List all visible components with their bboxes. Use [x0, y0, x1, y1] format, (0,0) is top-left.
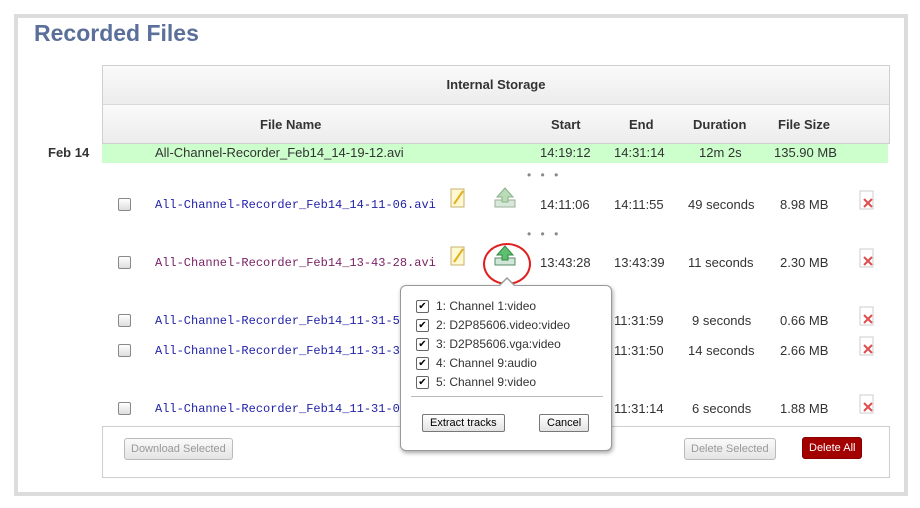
row-duration: 11 seconds — [688, 255, 754, 270]
track-label: 1: Channel 1:video — [436, 299, 537, 313]
row-end: 11:31:50 — [614, 343, 664, 358]
row-size: 2.30 MB — [780, 255, 829, 270]
current-recording-duration: 12m 2s — [699, 145, 742, 160]
track-checkbox[interactable]: ✔ — [416, 300, 429, 313]
row-end: 14:11:55 — [614, 197, 664, 212]
date-group-label: Feb 14 — [48, 145, 90, 160]
delete-selected-button[interactable]: Delete Selected — [684, 438, 776, 460]
row-checkbox[interactable] — [118, 344, 131, 357]
track-checkbox[interactable]: ✔ — [416, 376, 429, 389]
track-checkbox[interactable]: ✔ — [416, 338, 429, 351]
extract-tracks-popup: ✔ 1: Channel 1:video ✔ 2: D2P85606.video… — [400, 277, 612, 451]
file-name-link[interactable]: All-Channel-Recorder_Feb14_14-11-06.avi — [155, 198, 436, 212]
column-end: End — [629, 117, 654, 132]
row-end: 11:31:14 — [614, 401, 664, 416]
note-icon[interactable] — [449, 187, 467, 209]
download-selected-button[interactable]: Download Selected — [124, 438, 233, 460]
track-checkbox[interactable]: ✔ — [416, 319, 429, 332]
upload-icon[interactable] — [493, 185, 517, 209]
row-start: 13:43:28 — [540, 255, 591, 270]
track-label: 3: D2P85606.vga:video — [436, 337, 561, 351]
current-recording-end: 14:31:14 — [614, 145, 665, 160]
file-name-link[interactable]: All-Channel-Recorder_Feb14_13-43-28.avi — [155, 256, 436, 270]
column-file-size: File Size — [778, 117, 831, 132]
table-row: All-Channel-Recorder_Feb14_14-11-06.avi … — [102, 187, 888, 216]
file-name-link[interactable]: All-Channel-Recorder_Feb14_11-31-50 — [155, 314, 407, 328]
row-checkbox[interactable] — [118, 314, 131, 327]
column-duration: Duration — [693, 117, 747, 132]
delete-icon[interactable] — [858, 247, 876, 269]
track-label: 5: Channel 9:video — [436, 375, 537, 389]
delete-icon[interactable] — [858, 335, 876, 357]
row-checkbox[interactable] — [118, 402, 131, 415]
file-name-link[interactable]: All-Channel-Recorder_Feb14_11-31-08 — [155, 402, 407, 416]
delete-all-button[interactable]: Delete All — [802, 437, 863, 459]
row-duration: 6 seconds — [692, 401, 752, 416]
table-header: File Name Start End Duration File Size — [102, 104, 890, 144]
row-size: 8.98 MB — [780, 197, 829, 212]
row-checkbox[interactable] — [118, 256, 131, 269]
row-end: 13:43:39 — [614, 255, 665, 270]
delete-icon[interactable] — [858, 189, 876, 211]
row-separator: • • • — [527, 227, 562, 241]
row-duration: 9 seconds — [692, 313, 752, 328]
row-end: 11:31:59 — [614, 313, 664, 328]
current-recording-start: 14:19:12 — [540, 145, 591, 160]
storage-header: Internal Storage — [102, 65, 890, 104]
column-start: Start — [551, 117, 581, 132]
delete-icon[interactable] — [858, 305, 876, 327]
current-recording-name: All-Channel-Recorder_Feb14_14-19-12.avi — [155, 145, 404, 160]
column-file-name: File Name — [260, 117, 322, 132]
row-size: 1.88 MB — [780, 401, 829, 416]
cancel-button[interactable]: Cancel — [539, 414, 590, 432]
page-title: Recorded Files — [34, 20, 199, 46]
current-recording-size: 135.90 MB — [774, 145, 837, 160]
note-icon[interactable] — [449, 245, 467, 267]
extract-tracks-button[interactable]: Extract tracks — [422, 414, 505, 432]
row-start: 14:11:06 — [540, 197, 590, 212]
row-separator: • • • — [527, 168, 562, 182]
popup-pointer-fill — [499, 279, 515, 287]
track-label: 4: Channel 9:audio — [436, 356, 537, 370]
row-duration: 14 seconds — [688, 343, 755, 358]
popup-divider — [411, 396, 603, 397]
file-name-link[interactable]: All-Channel-Recorder_Feb14_11-31-36 — [155, 344, 407, 358]
row-size: 0.66 MB — [780, 313, 829, 328]
current-recording-row: All-Channel-Recorder_Feb14_14-19-12.avi … — [102, 144, 888, 163]
track-label: 2: D2P85606.video:video — [436, 318, 571, 332]
delete-icon[interactable] — [858, 393, 876, 415]
track-checkbox[interactable]: ✔ — [416, 357, 429, 370]
row-checkbox[interactable] — [118, 198, 131, 211]
row-duration: 49 seconds — [688, 197, 755, 212]
row-size: 2.66 MB — [780, 343, 829, 358]
